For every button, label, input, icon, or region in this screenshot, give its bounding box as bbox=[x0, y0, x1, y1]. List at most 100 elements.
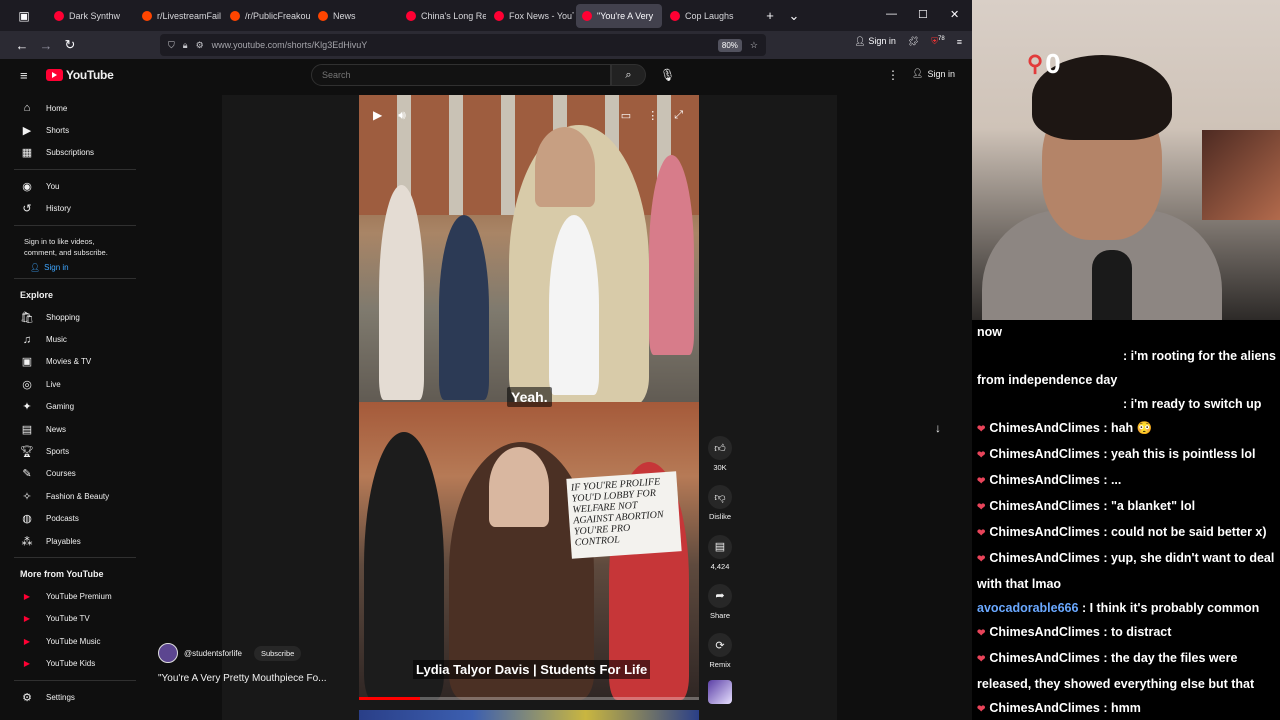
sidebar-item[interactable]: ◎ Live bbox=[0, 373, 140, 395]
sidebar-item[interactable]: 🏆︎ Sports bbox=[0, 440, 140, 462]
chat-username[interactable]: ChimesAndClimes bbox=[989, 625, 1099, 639]
sidebar-item[interactable]: ◍ Podcasts bbox=[0, 507, 140, 529]
lock-icon[interactable]: 🔒︎ bbox=[183, 40, 188, 51]
menu-icon[interactable]: ≡ bbox=[957, 37, 962, 47]
video-title[interactable]: "You're A Very Pretty Mouthpiece Fo... bbox=[158, 673, 358, 684]
tab[interactable]: /r/PublicFreakou bbox=[224, 4, 310, 28]
sidebar-item[interactable]: ▶ YouTube Premium bbox=[0, 585, 140, 607]
sidebar-item[interactable]: ▣ Movies & TV bbox=[0, 351, 140, 373]
pin-icon: ⚲ bbox=[1027, 51, 1044, 76]
yt-signin-button[interactable]: 👤︎ Sign in bbox=[912, 68, 955, 79]
sidebar-item-settings[interactable]: ⚙ Settings bbox=[0, 686, 140, 708]
forward-button[interactable]: → bbox=[34, 38, 58, 53]
tab-overflow-icon[interactable]: ⌄ bbox=[782, 8, 806, 24]
share-button[interactable]: ➦ Share bbox=[700, 583, 740, 633]
tab[interactable]: Cop Laughs bbox=[664, 4, 750, 28]
channel-name[interactable]: @studentsforlife bbox=[184, 649, 242, 658]
short-video-player[interactable]: IF YOU'RE PROLIFE YOU'D LOBBY FOR WELFAR… bbox=[359, 95, 699, 700]
sidebar-item-label: YouTube TV bbox=[46, 614, 90, 624]
sidebar-signin-button[interactable]: 👤︎ Sign in bbox=[30, 263, 140, 272]
chat-username[interactable]: ChimesAndClimes bbox=[989, 551, 1099, 565]
tab[interactable]: Fox News - YouT bbox=[488, 4, 574, 28]
playables-icon: ⁂ bbox=[21, 535, 33, 548]
sidebar-item[interactable]: ▶ Shorts bbox=[0, 119, 140, 141]
sidebar-item[interactable]: 🛍︎ Shopping bbox=[0, 306, 140, 328]
channel-thumbnail[interactable] bbox=[708, 680, 732, 704]
dislike-button[interactable]: 👎︎ Dislike bbox=[700, 485, 740, 534]
tab[interactable]: "You're A Very✕ bbox=[576, 3, 662, 28]
play-icon[interactable]: ▶ bbox=[373, 108, 382, 123]
next-short-arrow-icon[interactable]: ↓ bbox=[935, 421, 941, 435]
microphone-icon[interactable]: 🎙︎ bbox=[660, 68, 675, 82]
kebab-icon[interactable]: ⋮ bbox=[647, 109, 658, 122]
chat-text: : I think it's probably common bbox=[1081, 601, 1260, 615]
url-bar[interactable]: ⛉ 🔒︎ ⚙︎ www.youtube.com/shorts/Klg3EdHiv… bbox=[160, 34, 766, 56]
volume-icon[interactable]: 🔊︎ bbox=[398, 108, 406, 123]
youtube-logo[interactable]: YouTube bbox=[46, 68, 114, 82]
sidebar-item[interactable]: ✧ Fashion & Beauty bbox=[0, 485, 140, 507]
shield-icon[interactable]: ⛉ bbox=[168, 40, 175, 51]
sidebar-item[interactable]: ◉ You bbox=[0, 175, 140, 197]
sidebar-item[interactable]: ⌂ Home bbox=[0, 97, 140, 119]
chat: now: i'm rooting for the aliens from ind… bbox=[972, 320, 1280, 720]
chat-text: now bbox=[977, 325, 1002, 339]
chat-username[interactable]: ChimesAndClimes bbox=[989, 651, 1099, 665]
sidebar-item[interactable]: ▶ YouTube Kids bbox=[0, 652, 140, 674]
sidebar: ⌂ Home ▶ Shorts ▦ Subscriptions ◉ You ↺ History … bbox=[0, 93, 140, 720]
ublock-icon[interactable]: ⛨78 bbox=[931, 36, 944, 47]
zoom-level[interactable]: 80% bbox=[717, 38, 742, 52]
extensions-icon[interactable]: 🧩︎ bbox=[908, 36, 919, 47]
tab-list-icon[interactable]: ▣ bbox=[0, 9, 48, 23]
sidebar-item-label: YouTube Premium bbox=[46, 591, 112, 601]
fullscreen-icon[interactable]: ⤢ bbox=[674, 109, 683, 122]
close-window-button[interactable]: ✕ bbox=[950, 8, 959, 21]
sidebar-item[interactable]: ▦ Subscriptions bbox=[0, 142, 140, 164]
sidebar-item[interactable]: ♫ Music bbox=[0, 328, 140, 350]
new-tab-button[interactable]: + bbox=[758, 8, 782, 23]
chat-username[interactable]: ChimesAndClimes bbox=[989, 499, 1099, 513]
avatar[interactable] bbox=[158, 643, 178, 663]
sidebar-item[interactable]: ⁂ Playables bbox=[0, 530, 140, 552]
progress-bar[interactable] bbox=[359, 697, 699, 700]
permissions-icon[interactable]: ⚙︎ bbox=[196, 40, 204, 51]
bookmark-star-icon[interactable]: ☆ bbox=[750, 40, 758, 51]
account-signin[interactable]: 👤︎ Sign in bbox=[854, 36, 895, 47]
reload-button[interactable]: ↻ bbox=[58, 37, 82, 53]
maximize-button[interactable]: ☐ bbox=[918, 8, 928, 21]
like-button[interactable]: 👍︎ 30K bbox=[700, 436, 740, 485]
chat-username[interactable]: ChimesAndClimes bbox=[989, 473, 1099, 487]
search-input[interactable] bbox=[311, 64, 611, 86]
sidebar-item[interactable]: ✦ Gaming bbox=[0, 396, 140, 418]
chat-username[interactable]: ChimesAndClimes bbox=[989, 421, 1099, 435]
url-text[interactable]: www.youtube.com/shorts/Klg3EdHivuY bbox=[212, 40, 368, 50]
sidebar-item[interactable]: ✎ Courses bbox=[0, 463, 140, 485]
back-button[interactable]: ← bbox=[10, 38, 34, 53]
minimize-button[interactable]: — bbox=[886, 8, 897, 20]
chat-username[interactable]: ChimesAndClimes bbox=[989, 447, 1099, 461]
chat-username[interactable]: ChimesAndClimes bbox=[989, 525, 1099, 539]
comments-button[interactable]: ▤ 4,424 bbox=[700, 534, 740, 584]
chat-message: ❤ ChimesAndClimes : hah 😳 bbox=[977, 416, 1280, 442]
next-short-preview[interactable] bbox=[359, 710, 699, 720]
sidebar-item[interactable]: ▤ News bbox=[0, 418, 140, 440]
yt-header: ≡ YouTube ⌕ 🎙︎ ⋮ 👤︎Sign in bbox=[0, 59, 972, 93]
subscriptions-icon: ▦ bbox=[21, 147, 33, 160]
webcam-feed: ⚲ 0 bbox=[972, 0, 1280, 320]
tab[interactable]: Dark Synthw bbox=[48, 4, 134, 28]
tab[interactable]: News bbox=[312, 4, 398, 28]
player-controls-left: ▶ 🔊︎ bbox=[373, 108, 406, 123]
tab[interactable]: China's Long Re bbox=[400, 4, 486, 28]
chat-username[interactable]: avocadorable666 bbox=[977, 601, 1078, 615]
remix-button[interactable]: ⟳ Remix bbox=[700, 633, 740, 682]
sidebar-item[interactable]: ▶ YouTube Music bbox=[0, 630, 140, 652]
search-button[interactable]: ⌕ bbox=[611, 64, 646, 86]
sidebar-item[interactable]: ▶ YouTube TV bbox=[0, 608, 140, 630]
channel-row: @studentsforlife Subscribe bbox=[158, 643, 358, 663]
subscribe-button[interactable]: Subscribe bbox=[253, 645, 302, 661]
sidebar-item[interactable]: ↺ History bbox=[0, 198, 140, 220]
captions-icon[interactable]: ▭ bbox=[621, 109, 631, 122]
tab[interactable]: r/LivestreamFail bbox=[136, 4, 222, 28]
more-options-icon[interactable]: ⋮ bbox=[887, 68, 899, 82]
hamburger-menu-icon[interactable]: ≡ bbox=[20, 68, 28, 83]
chat-username[interactable]: ChimesAndClimes bbox=[989, 701, 1099, 715]
